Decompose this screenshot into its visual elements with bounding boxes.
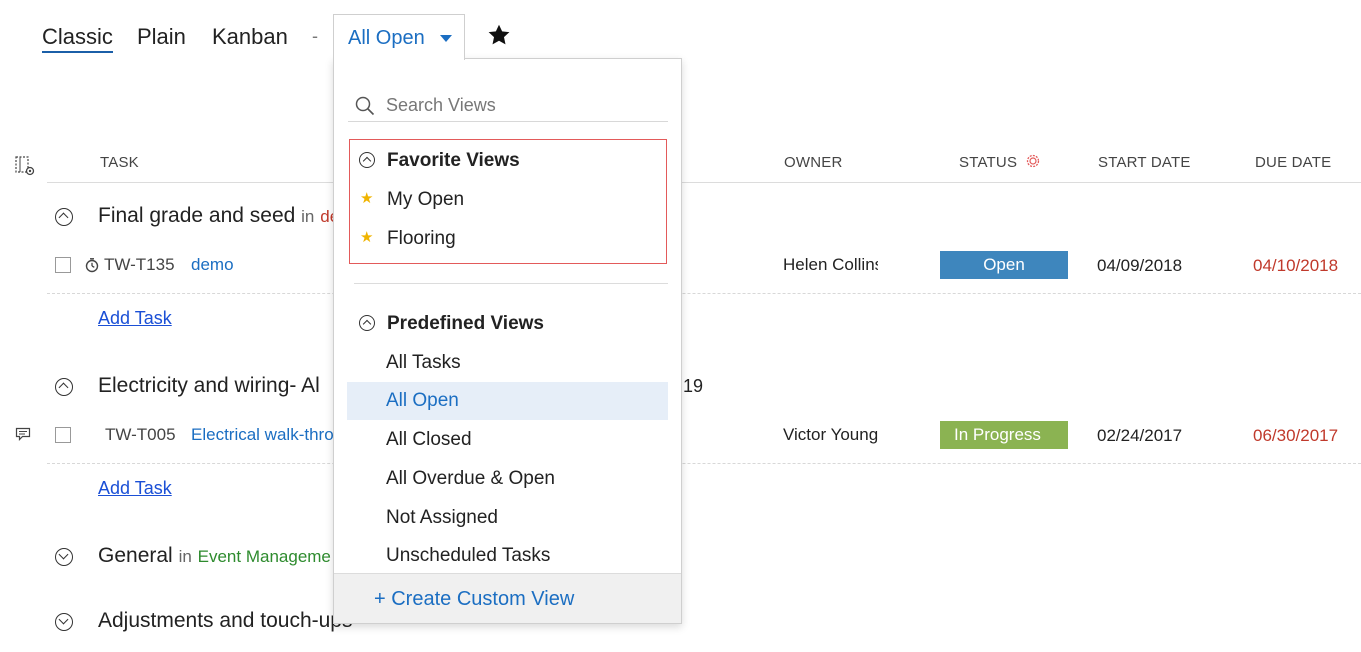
views-dropdown-panel: Favorite Views ★ My Open ★ Flooring Pred… [333, 58, 682, 624]
row-divider [47, 463, 1361, 464]
row-divider [47, 293, 1361, 294]
search-views-input[interactable] [386, 93, 656, 117]
task-checkbox[interactable] [55, 427, 71, 443]
status-gear-icon[interactable] [1025, 153, 1041, 169]
add-task-link[interactable]: Add Task [98, 308, 172, 329]
comment-icon[interactable] [15, 427, 31, 441]
group-name: General [98, 544, 173, 567]
predefined-view-item[interactable]: Unscheduled Tasks [347, 537, 668, 575]
view-select-label: All Open [348, 27, 425, 49]
header-divider [47, 182, 1361, 183]
predefined-view-item[interactable]: All Overdue & Open [347, 460, 668, 498]
tab-separator: - [312, 26, 318, 46]
collapse-group-icon[interactable] [55, 208, 73, 226]
timer-icon [85, 258, 99, 273]
search-views-box [348, 91, 668, 122]
tab-plain[interactable]: Plain [137, 24, 186, 50]
dropdown-footer: + Create Custom View [334, 573, 681, 623]
task-id: TW-T005 [105, 425, 176, 444]
favorite-star-icon[interactable] [486, 22, 512, 48]
column-header-due-date[interactable]: DUE DATE [1255, 154, 1331, 171]
group-title: Final grade and seed in de [98, 204, 339, 228]
status-badge[interactable]: Open [940, 251, 1068, 279]
group-in-label: in [301, 207, 315, 226]
favorite-star-icon: ★ [360, 190, 374, 207]
favorite-view-item[interactable]: Flooring [387, 228, 456, 250]
expand-group-icon[interactable] [55, 613, 73, 631]
predefined-view-item[interactable]: All Closed [347, 421, 668, 459]
group-name: Final grade and seed [98, 204, 296, 227]
favorite-views-title: Favorite Views [387, 150, 520, 171]
expand-group-icon[interactable] [55, 548, 73, 566]
column-settings-icon[interactable] [14, 155, 36, 177]
task-name-link[interactable]: Electrical walk-thro [191, 425, 333, 445]
group-title: Adjustments and touch-ups [98, 609, 353, 632]
search-icon [355, 96, 375, 116]
tab-kanban[interactable]: Kanban [212, 24, 288, 50]
task-start-date: 02/24/2017 [1097, 426, 1183, 445]
task-name-link[interactable]: demo [191, 255, 331, 275]
favorite-views-section: Favorite Views ★ My Open ★ Flooring [349, 139, 667, 264]
status-badge[interactable]: In Progress [940, 421, 1068, 449]
task-start-date: 04/09/2018 [1097, 256, 1183, 275]
predefined-view-item-selected[interactable]: All Open [347, 382, 668, 420]
tab-classic[interactable]: Classic [42, 24, 113, 53]
collapse-group-icon[interactable] [55, 378, 73, 396]
predefined-view-item[interactable]: Not Assigned [347, 499, 668, 537]
view-select-dropdown[interactable]: All Open [333, 14, 465, 60]
group-title: General in Event Manageme [98, 544, 331, 568]
favorite-view-item[interactable]: My Open [387, 189, 464, 211]
group-title: Electricity and wiring- Al [98, 374, 320, 397]
collapse-section-icon[interactable] [359, 315, 375, 331]
column-header-owner[interactable]: OWNER [784, 154, 843, 171]
predefined-view-item[interactable]: All Tasks [347, 344, 668, 382]
predefined-views-title: Predefined Views [387, 313, 544, 334]
add-task-link[interactable]: Add Task [98, 478, 172, 499]
group-project-link[interactable]: Event Manageme [198, 547, 331, 566]
task-due-date: 06/30/2017 [1253, 426, 1339, 445]
task-due-date: 04/10/2018 [1253, 256, 1339, 275]
section-divider [354, 283, 668, 284]
task-id: TW-T135 [104, 255, 175, 274]
group-title-tail: 19 [683, 376, 704, 396]
task-owner: Helen Collins [783, 255, 878, 274]
favorite-star-icon: ★ [360, 229, 374, 246]
task-owner: Victor Young [783, 425, 878, 444]
task-checkbox[interactable] [55, 257, 71, 273]
column-header-task[interactable]: TASK [100, 154, 139, 171]
group-in-label: in [178, 547, 192, 566]
collapse-section-icon[interactable] [359, 152, 375, 168]
create-custom-view-button[interactable]: + Create Custom View [374, 588, 574, 611]
column-header-start-date[interactable]: START DATE [1098, 154, 1191, 171]
caret-down-icon [440, 35, 452, 42]
column-header-status[interactable]: STATUS [959, 154, 1017, 171]
